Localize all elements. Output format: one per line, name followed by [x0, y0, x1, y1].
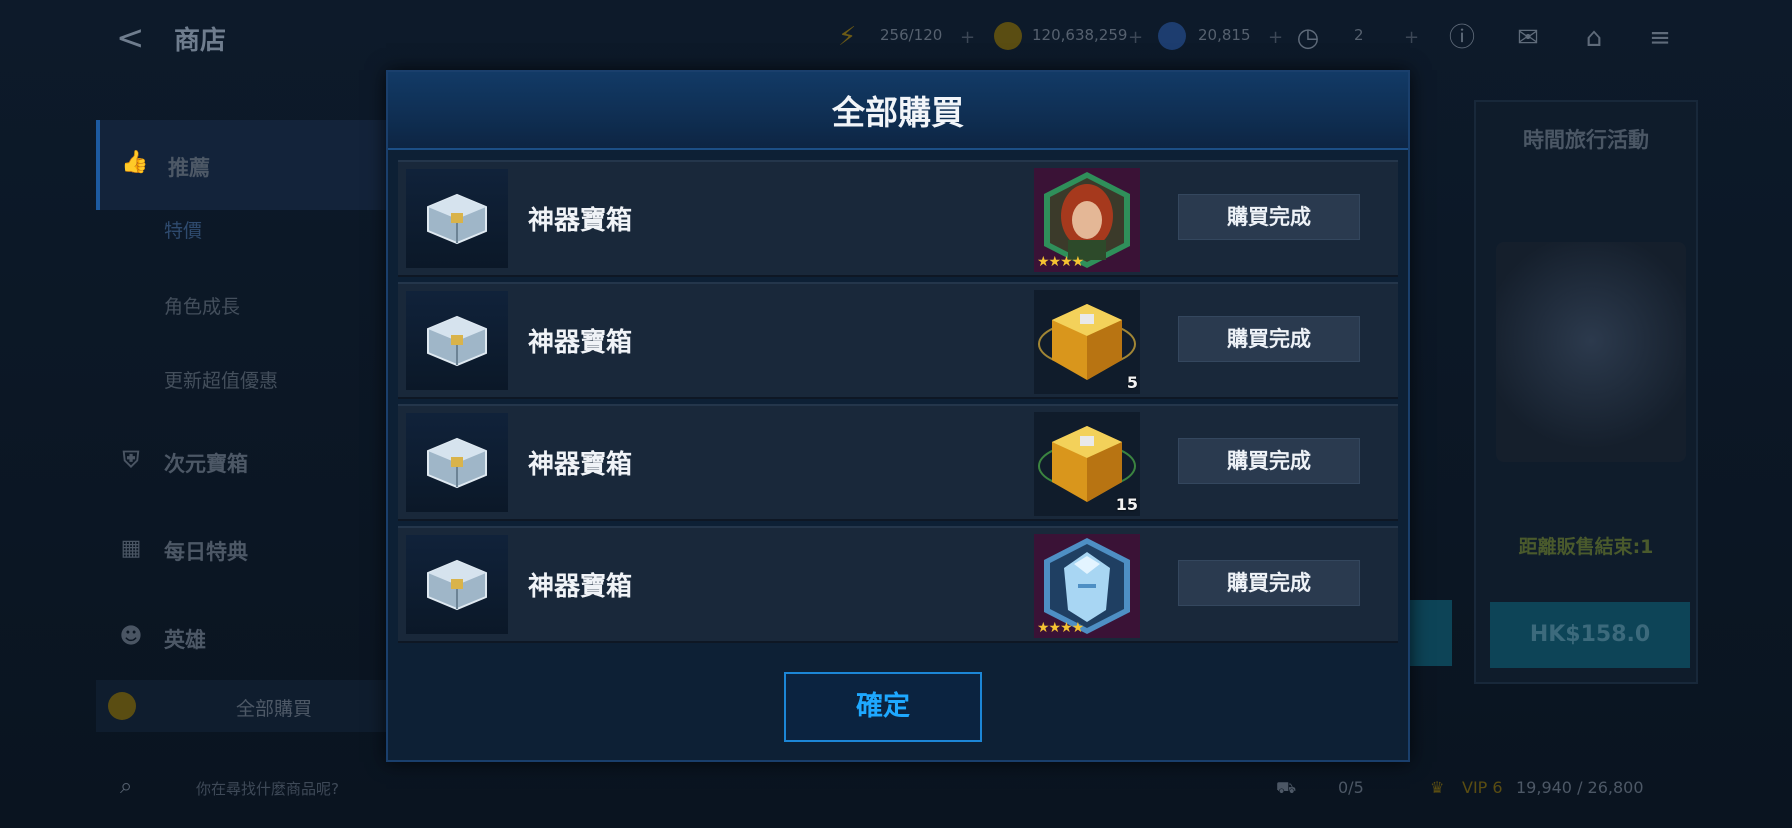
sidebar-sub-growth[interactable]: 角色成長: [164, 292, 240, 319]
reward-count: 15: [1115, 495, 1138, 514]
vip-progress: 19,940 / 26,800: [1516, 778, 1644, 797]
confirm-button[interactable]: 確定: [784, 672, 982, 742]
reward-character-portrait-icon: ★★★★: [1034, 168, 1140, 272]
artifact-chest-icon: [406, 169, 508, 268]
top-bar: < 商店 ⚡ 256/120 + 120,638,259 + 20,815 + …: [0, 0, 1792, 76]
item-name: 神器寶箱: [528, 206, 633, 236]
offer-buy-button-partial[interactable]: [1404, 600, 1452, 666]
offer-image: [1496, 242, 1686, 462]
vip-level: VIP 6: [1462, 778, 1503, 797]
purchase-complete-button[interactable]: 購買完成: [1178, 194, 1360, 240]
purchase-row: 神器寶箱 5 購買完成: [398, 282, 1398, 399]
mask-icon: ☻: [119, 624, 143, 649]
gold-value: 120,638,259: [1032, 26, 1128, 44]
offer-timer: 距離販售結束:1: [1518, 536, 1654, 558]
offer-card[interactable]: 時間旅行活動 距離販售結束:1 HK$158.0: [1474, 100, 1698, 684]
page-title: 商店: [174, 26, 227, 56]
sidebar-sub-special[interactable]: 特價: [164, 216, 202, 243]
cart-icon: ⛟: [1276, 778, 1297, 797]
purchase-row: 神器寶箱 15 購買完成: [398, 404, 1398, 521]
shield-icon: ⛨: [122, 448, 140, 473]
sidebar-item-buy-all[interactable]: 全部購買: [96, 680, 386, 732]
offer-price-button[interactable]: HK$158.0: [1490, 602, 1690, 668]
limit-value: 0/5: [1338, 778, 1364, 797]
buy-all-dialog: 全部購買 神器寶箱 ★★★★ 購買完成 神器寶箱 5 購買完成 神器寶箱 15 …: [386, 70, 1410, 762]
chat-icon[interactable]: ✉: [1512, 22, 1544, 54]
energy-value: 256/120: [880, 26, 943, 44]
crown-icon: ♛: [1430, 778, 1445, 797]
gold-add-icon[interactable]: +: [1128, 27, 1143, 48]
search-bar[interactable]: ⌕ 你在尋找什麼商品呢?: [96, 768, 416, 808]
reward-count: 5: [1126, 373, 1138, 392]
gold-icon: [994, 22, 1022, 50]
star-rating: ★★★★: [1037, 254, 1084, 270]
sidebar-item-dimension-chest[interactable]: ⛨ 次元寶箱: [96, 436, 386, 486]
purchase-complete-button[interactable]: 購買完成: [1178, 316, 1360, 362]
star-rating: ★★★★: [1037, 620, 1084, 636]
item-name: 神器寶箱: [528, 450, 633, 480]
crystal-value: 20,815: [1198, 26, 1251, 44]
reward-gold-cube-icon: 5: [1034, 290, 1140, 394]
artifact-chest-icon: [406, 413, 508, 512]
item-name: 神器寶箱: [528, 572, 633, 602]
sidebar-sub-update-deals[interactable]: 更新超值優惠: [164, 366, 278, 393]
menu-icon[interactable]: ≡: [1644, 22, 1676, 54]
coin-icon: [108, 692, 136, 720]
crystal-icon: [1158, 22, 1186, 50]
crystal-add-icon[interactable]: +: [1268, 27, 1283, 48]
artifact-chest-icon: [406, 291, 508, 390]
purchase-complete-button[interactable]: 購買完成: [1178, 438, 1360, 484]
sidebar-item-recommended[interactable]: 👍 推薦: [96, 120, 390, 210]
back-icon[interactable]: <: [116, 20, 152, 56]
alert-icon[interactable]: ⓘ: [1446, 22, 1478, 54]
home-icon[interactable]: ⌂: [1578, 22, 1610, 54]
dialog-header: 全部購買: [388, 72, 1408, 150]
energy-add-icon[interactable]: +: [960, 27, 975, 48]
dialog-title: 全部購買: [832, 93, 964, 132]
timer-value: 2: [1354, 26, 1364, 44]
timer-icon: ◷: [1296, 23, 1320, 53]
artifact-chest-icon: [406, 535, 508, 634]
search-icon: ⌕: [120, 774, 133, 799]
purchase-complete-button[interactable]: 購買完成: [1178, 560, 1360, 606]
sidebar-item-heroes[interactable]: ☻ 英雄: [96, 612, 386, 662]
calendar-icon: ▦: [120, 536, 142, 561]
purchase-row: 神器寶箱 ★★★★ 購買完成: [398, 160, 1398, 277]
sidebar: 👍 推薦 特價 角色成長 更新超值優惠 ⛨ 次元寶箱 ▦ 每日特典 ☻ 英雄 全…: [96, 100, 390, 732]
search-input[interactable]: 你在尋找什麼商品呢?: [196, 778, 339, 799]
thumbs-up-icon: 👍: [121, 150, 149, 175]
reward-gold-cube-icon: 15: [1034, 412, 1140, 516]
item-name: 神器寶箱: [528, 328, 633, 358]
purchase-row: 神器寶箱 ★★★★ 購買完成: [398, 526, 1398, 643]
purchase-list: 神器寶箱 ★★★★ 購買完成 神器寶箱 5 購買完成 神器寶箱 15 購買完成 …: [398, 160, 1398, 720]
offer-title: 時間旅行活動: [1523, 128, 1649, 152]
reward-ice-character-portrait-icon: ★★★★: [1034, 534, 1140, 638]
sidebar-item-daily[interactable]: ▦ 每日特典: [96, 524, 386, 574]
energy-icon: ⚡: [838, 22, 857, 52]
timer-add-icon[interactable]: +: [1404, 27, 1419, 48]
